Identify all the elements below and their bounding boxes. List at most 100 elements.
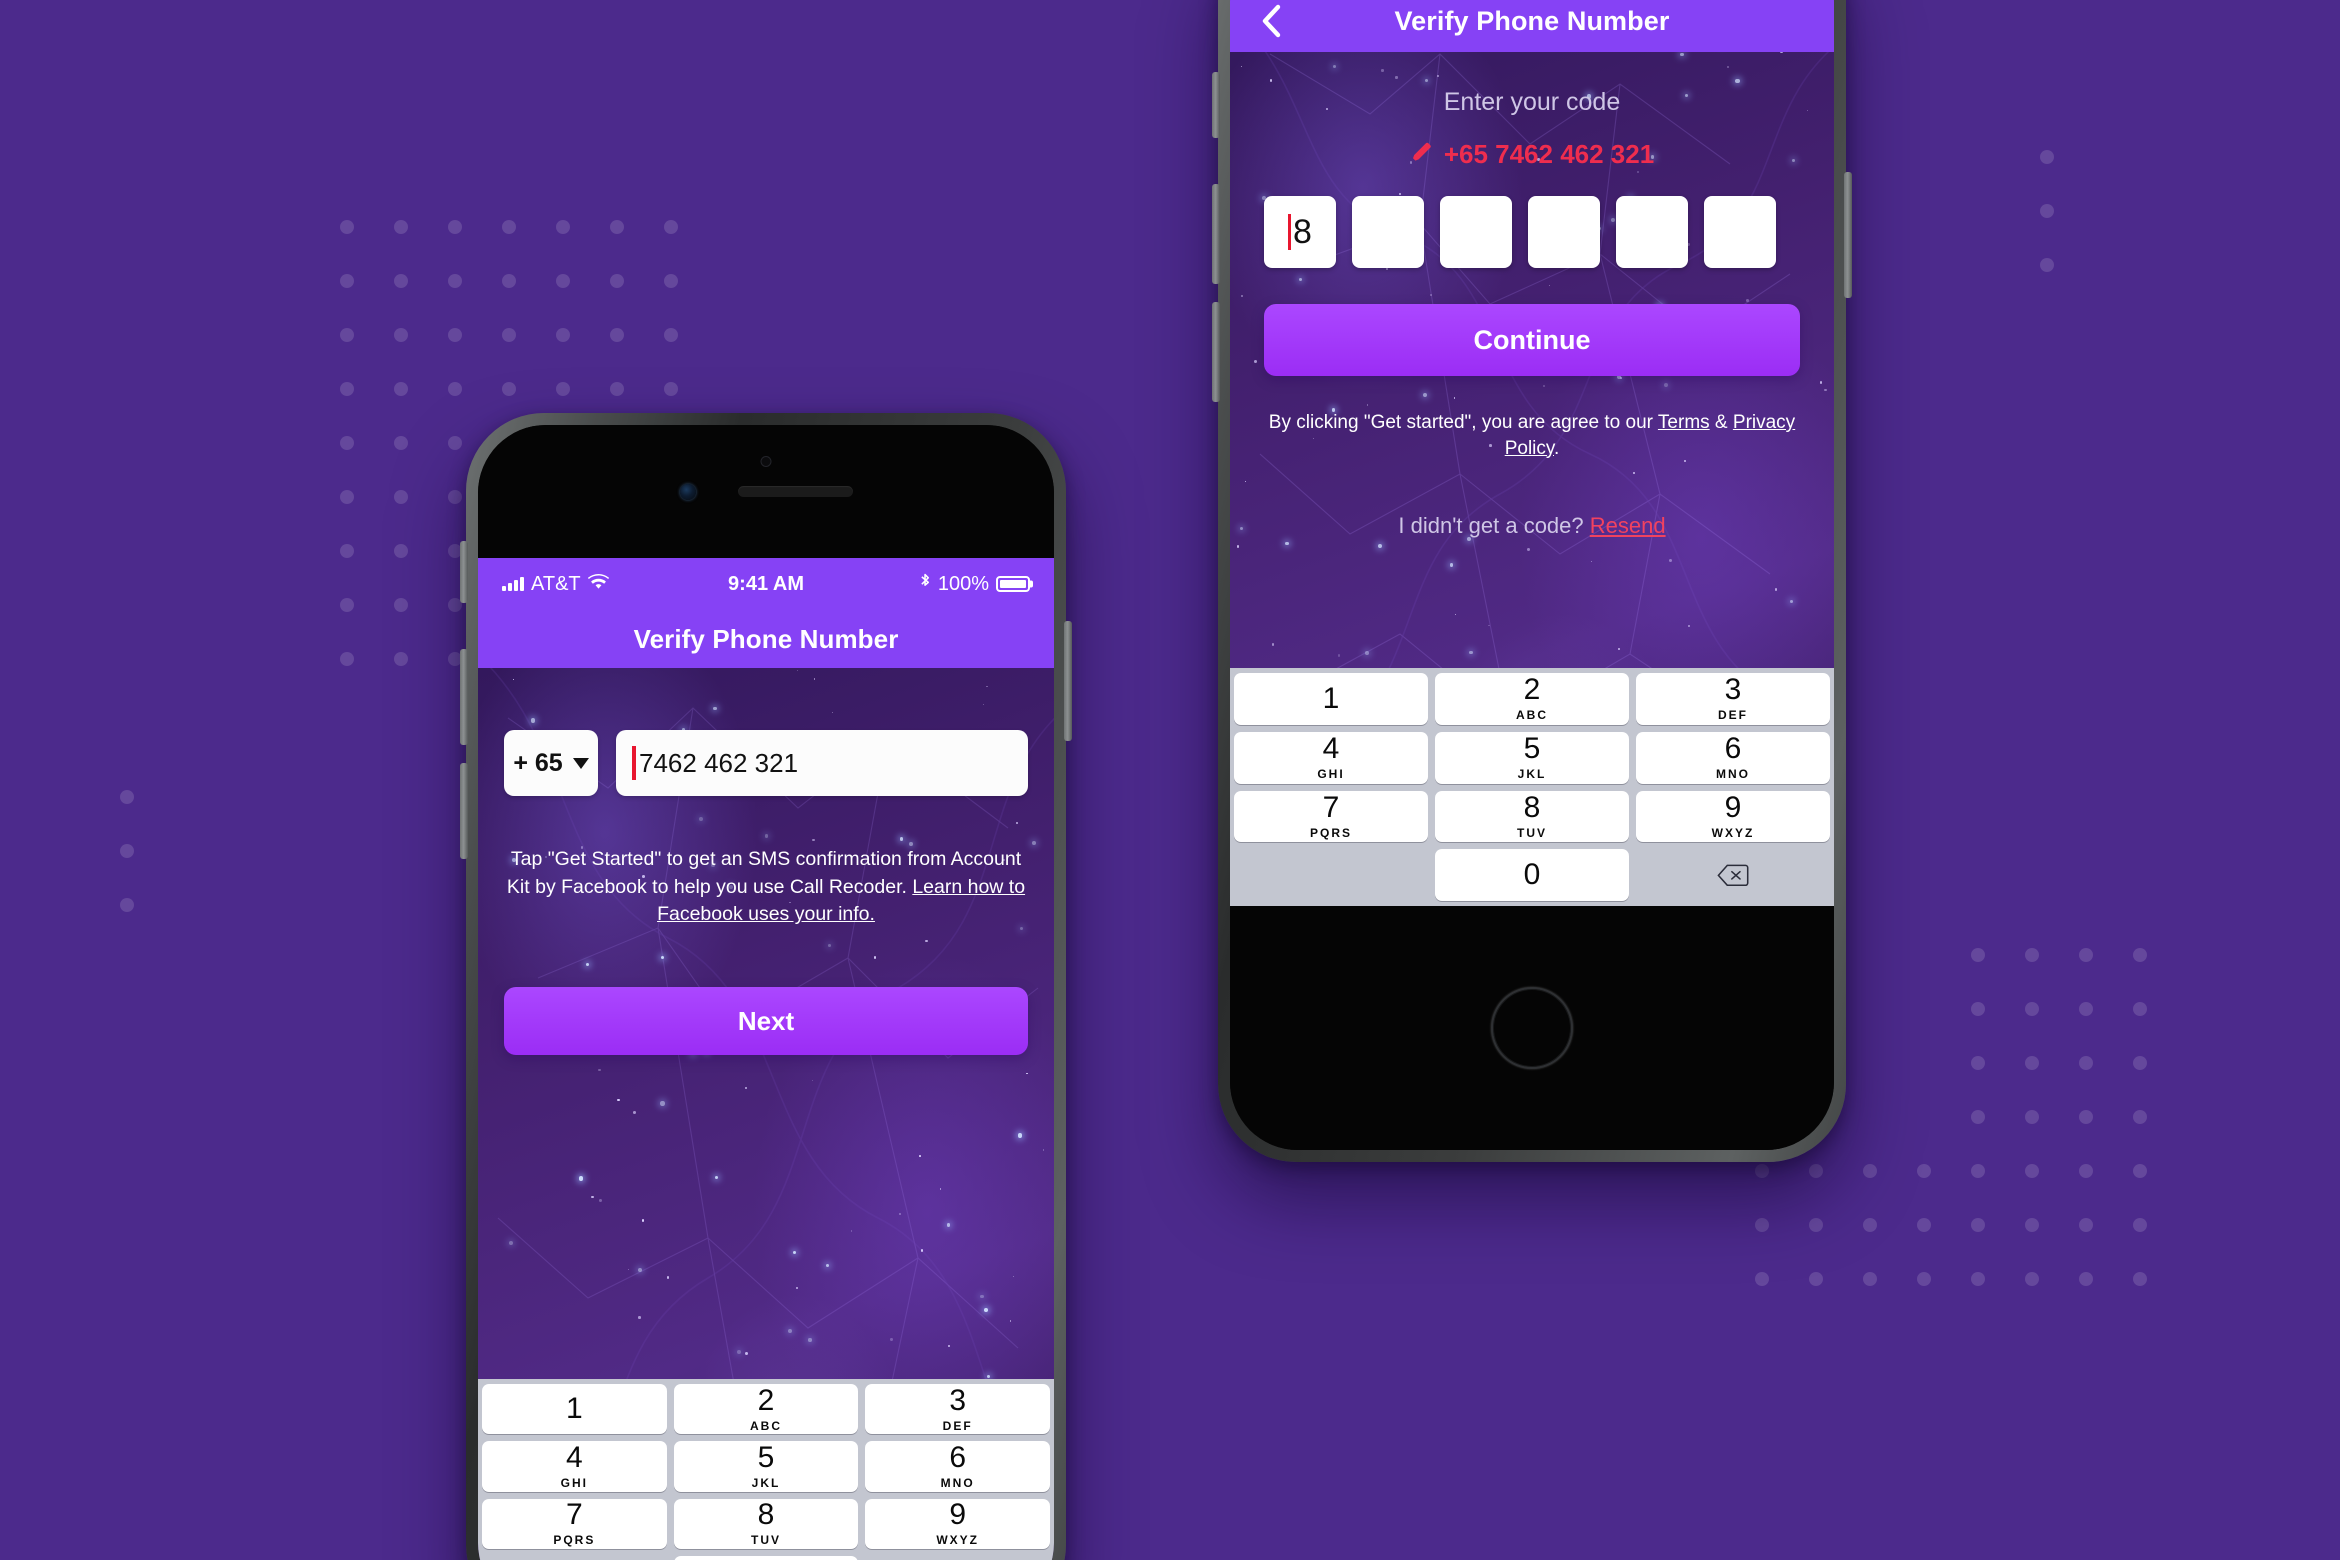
keypad-key-9[interactable]: 9 WXYZ	[865, 1498, 1051, 1549]
code-digit-cell-3[interactable]	[1440, 196, 1512, 268]
keypad-key-5[interactable]: 5 JKL	[1435, 731, 1629, 784]
code-digit-cell-1[interactable]: 8	[1264, 196, 1336, 268]
decorative-dot	[428, 362, 482, 416]
code-digit-cell-2[interactable]	[1352, 196, 1424, 268]
phone-number-input[interactable]: 7462 462 321	[616, 730, 1028, 796]
decorative-dot	[644, 362, 698, 416]
continue-button[interactable]: Continue	[1264, 304, 1800, 376]
keypad-key-7[interactable]: 7 PQRS	[482, 1498, 667, 1549]
decorative-dot	[1843, 1144, 1897, 1198]
backspace-delete-icon[interactable]	[865, 1556, 1050, 1560]
decorative-dot	[2113, 928, 2167, 982]
decorative-dot	[1843, 1036, 1897, 1090]
code-digit-cell-4[interactable]	[1528, 196, 1600, 268]
keypad-letters: WXYZ	[1711, 825, 1755, 840]
keypad-key-8[interactable]: 8 TUV	[673, 1498, 859, 1549]
phone-number-display-row[interactable]: +65 7462 462 321	[1264, 139, 1800, 170]
next-button[interactable]: Next	[504, 987, 1028, 1056]
keypad-key-0[interactable]: 0	[673, 1555, 859, 1560]
keypad-key-5[interactable]: 5 JKL	[673, 1440, 859, 1492]
keypad-key-6[interactable]: 6 MNO	[1636, 731, 1830, 784]
decorative-dot	[374, 578, 428, 632]
verification-code-input-row[interactable]: 8	[1264, 196, 1800, 268]
decorative-dot	[428, 308, 482, 362]
keypad-letters: PQRS	[553, 1533, 596, 1548]
keypad-letters: DEF	[1718, 708, 1748, 723]
code-digit-cell-6[interactable]	[1704, 196, 1776, 268]
keypad-key-4[interactable]: 4 GHI	[1234, 731, 1428, 784]
proximity-sensor-icon	[760, 455, 772, 467]
decorative-dot	[374, 362, 428, 416]
carrier-label-left: AT&T	[531, 572, 581, 595]
keypad-key-9[interactable]: 9 WXYZ	[1636, 790, 1830, 843]
chevron-left-icon[interactable]	[1248, 0, 1294, 52]
decorative-dot-sparse-left	[100, 770, 154, 932]
backspace-delete-icon[interactable]	[1636, 849, 1830, 901]
decorative-dot	[374, 308, 428, 362]
decorative-dot	[1843, 1090, 1897, 1144]
keypad-key-0[interactable]: 0	[1435, 849, 1629, 901]
keypad-key-3[interactable]: 3 DEF	[865, 1383, 1051, 1435]
keypad-key-2[interactable]: 2 ABC	[673, 1384, 859, 1435]
keypad-key-8[interactable]: 8 TUV	[1435, 790, 1629, 843]
power-button-right-phone[interactable]	[1844, 172, 1852, 298]
code-digit-cell-5[interactable]	[1616, 196, 1688, 268]
legal-text-after: .	[1554, 437, 1560, 459]
keypad-digit: 5	[757, 1440, 775, 1474]
decorative-dot	[1843, 1252, 1897, 1306]
keypad-key-2[interactable]: 2 ABC	[1435, 673, 1629, 725]
keypad-key-6[interactable]: 6 MNO	[865, 1441, 1051, 1492]
text-caret	[1288, 214, 1292, 250]
keypad-letters: TUV	[751, 1533, 781, 1548]
silent-switch-right-phone[interactable]	[1212, 72, 1220, 138]
numeric-keypad-left[interactable]: 12ABC3DEF4GHI5JKL6MNO7PQRS8TUV9WXYZ0	[478, 1379, 1054, 1560]
earpiece-speaker	[737, 486, 853, 497]
sensor-cluster-left	[679, 455, 853, 500]
terms-link[interactable]: Terms	[1658, 412, 1710, 433]
volume-down-button-left-phone[interactable]	[460, 763, 468, 859]
silent-switch-left-phone[interactable]	[460, 541, 468, 603]
keypad-letters: MNO	[1716, 767, 1750, 782]
keypad-letters: ABC	[1516, 708, 1548, 723]
decorative-dot	[482, 200, 536, 254]
keypad-key-7[interactable]: 7 PQRS	[1234, 790, 1428, 843]
decorative-dot	[320, 416, 374, 470]
decorative-dot	[482, 254, 536, 308]
power-button-left-phone[interactable]	[1064, 621, 1072, 741]
country-code-select[interactable]: + 65	[504, 730, 598, 796]
pencil-edit-icon[interactable]	[1410, 139, 1434, 170]
numeric-keypad-right[interactable]: 1 2 ABC 3 DEF 4 GHI 5 JKL 6 MNO 7 PQRS 8 TUV 9 WXYZ 0	[1230, 668, 1834, 906]
decorative-dot	[2020, 238, 2074, 292]
resend-link[interactable]: Resend	[1590, 513, 1666, 538]
decorative-dot	[1897, 1198, 1951, 1252]
keypad-key-1[interactable]: 1	[1234, 673, 1428, 725]
decorative-dot	[1897, 928, 1951, 982]
top-bezel-left	[478, 425, 1054, 558]
phone-inner-right: AT&T 9:41 AM 100%	[1230, 0, 1834, 1150]
phone-device-right: AT&T 9:41 AM 100%	[1212, 0, 1852, 1162]
volume-down-button-right-phone[interactable]	[1212, 302, 1220, 402]
phone-number-text: +65 7462 462 321	[1443, 139, 1655, 169]
volume-up-button-right-phone[interactable]	[1212, 184, 1220, 284]
home-button-right[interactable]	[1491, 987, 1573, 1069]
decorative-dot	[1897, 1144, 1951, 1198]
keypad-digit: 3	[1724, 673, 1742, 707]
decorative-dot	[2113, 1036, 2167, 1090]
keypad-digit: 3	[949, 1383, 967, 1417]
decorative-dot	[2005, 928, 2059, 982]
keypad-letters: MNO	[940, 1475, 975, 1490]
decorative-dot	[2005, 1144, 2059, 1198]
keypad-key-3[interactable]: 3 DEF	[1636, 673, 1830, 725]
volume-up-button-left-phone[interactable]	[460, 649, 468, 745]
mockup-canvas: AT&T 9:41 AM 100%	[0, 0, 2340, 1560]
keypad-digit: 4	[565, 1440, 583, 1474]
keypad-key-4[interactable]: 4 GHI	[482, 1440, 667, 1492]
decorative-dot	[320, 578, 374, 632]
page-title-right: Verify Phone Number	[1394, 5, 1670, 36]
decorative-dot	[2113, 982, 2167, 1036]
keypad-key-1[interactable]: 1	[482, 1384, 667, 1435]
decorative-dot	[1951, 1090, 2005, 1144]
keypad-digit: 8	[757, 1498, 775, 1532]
keypad-spacer-left	[1234, 849, 1428, 901]
battery-icon	[996, 576, 1031, 592]
